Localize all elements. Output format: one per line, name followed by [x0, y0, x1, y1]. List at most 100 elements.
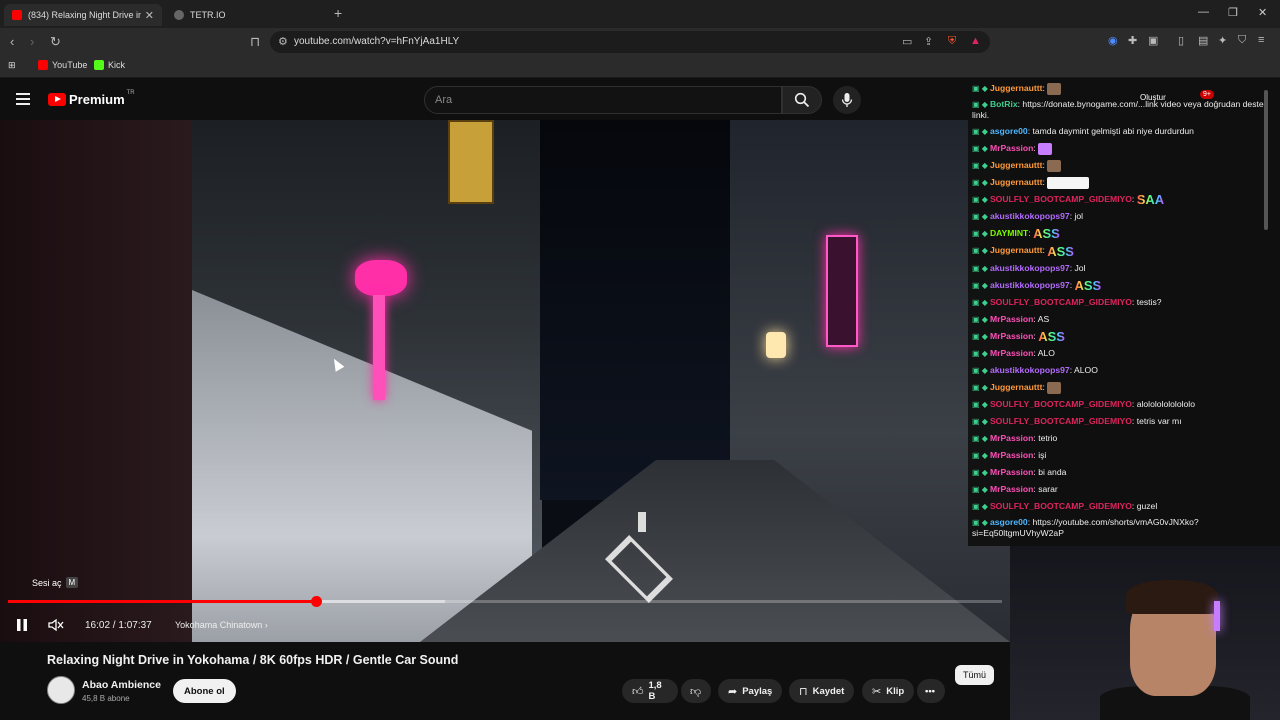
new-tab-button[interactable]: +	[334, 5, 342, 21]
pause-button[interactable]	[16, 618, 28, 635]
save-button[interactable]: ⊓ Kaydet	[789, 679, 855, 703]
search-button[interactable]	[782, 86, 822, 114]
chat-username[interactable]: MrPassion	[990, 331, 1033, 341]
subscribe-button[interactable]: Abone ol	[173, 679, 236, 703]
thumbs-up-icon: 👍︎	[632, 685, 644, 698]
chat-emote-image	[1047, 159, 1062, 172]
chat-username[interactable]: Juggernauttt	[990, 245, 1043, 255]
extension-icon[interactable]: ◉	[1108, 34, 1118, 47]
apps-grid-icon[interactable]: ⊞	[8, 60, 16, 71]
share-icon[interactable]: ⇪	[924, 35, 933, 48]
chat-username[interactable]: MrPassion	[990, 143, 1033, 153]
chat-username[interactable]: MrPassion	[990, 314, 1033, 324]
shield-icon[interactable]: ⛉	[1238, 34, 1246, 47]
site-info-icon[interactable]: ⚙	[278, 35, 288, 48]
save-label: Kaydet	[812, 685, 845, 697]
chat-username[interactable]: SOULFLY_BOOTCAMP_GIDEMIYO	[990, 416, 1132, 426]
chat-text: ALO	[1037, 348, 1055, 359]
chat-emote: SAA	[1136, 192, 1165, 208]
chat-username[interactable]: MrPassion	[990, 433, 1033, 443]
rewards-icon[interactable]: ▲	[970, 35, 981, 47]
leo-icon[interactable]: ✦	[1218, 34, 1227, 47]
vpn-icon[interactable]: ▤	[1198, 34, 1208, 47]
channel-avatar[interactable]	[47, 676, 75, 704]
like-button[interactable]: 👍︎ 1,8 B	[622, 679, 678, 703]
chat-scrollbar[interactable]	[1264, 90, 1268, 230]
maximize-button[interactable]: ❐	[1228, 6, 1238, 19]
chat-username[interactable]: SOULFLY_BOOTCAMP_GIDEMIYO	[990, 297, 1132, 307]
chat-username[interactable]: SOULFLY_BOOTCAMP_GIDEMIYO	[990, 399, 1132, 409]
forward-arrow-icon[interactable]: ›	[30, 34, 34, 49]
share-button[interactable]: ➦ Paylaş	[718, 679, 783, 703]
back-arrow-icon[interactable]: ‹	[10, 34, 14, 49]
reload-icon[interactable]: ↻	[50, 34, 61, 50]
tab-tetrio[interactable]: TETR.IO	[166, 4, 326, 26]
user-badges-icon: ▣ ◆	[972, 400, 988, 410]
chat-username[interactable]: akustikkokopops97	[990, 280, 1070, 290]
puzzle-icon[interactable]: ✚	[1128, 34, 1137, 47]
close-tab-icon[interactable]: ✕	[145, 9, 154, 22]
chat-username[interactable]: akustikkokopops97	[990, 211, 1070, 221]
more-actions-button[interactable]: •••	[917, 679, 945, 703]
tab-title: TETR.IO	[190, 10, 226, 20]
voice-search-button[interactable]	[833, 86, 861, 114]
search-input[interactable]	[435, 94, 765, 106]
menu-icon[interactable]: ≡	[1258, 34, 1264, 46]
user-badges-icon: ▣ ◆	[972, 178, 988, 187]
chapter-button[interactable]: Yokohama Chinatown ›	[175, 620, 268, 630]
wallet-icon[interactable]: ▣	[1148, 34, 1158, 47]
sidebar-icon[interactable]: ▯	[1178, 34, 1184, 47]
user-badges-icon: ▣ ◆	[972, 280, 988, 290]
clip-button[interactable]: ✂ Klip	[862, 679, 915, 703]
chat-message: ▣ ◆ MrPassion: işi	[968, 447, 1270, 464]
tooltip-text: Sesi aç	[32, 577, 62, 588]
search-icon	[794, 92, 810, 108]
chat-username[interactable]: Juggernauttt	[990, 83, 1043, 93]
notification-badge[interactable]: 9+	[1200, 90, 1214, 99]
chat-message: ▣ ◆ Juggernauttt: ASS	[968, 242, 1270, 259]
video-player[interactable]: Sesi aç M 16:02 / 1:07:37 Yokohama China…	[0, 120, 1010, 642]
chat-username[interactable]: asgore00	[990, 517, 1028, 527]
chat-username[interactable]: MrPassion	[990, 467, 1033, 477]
bookmark-label: Kick	[108, 60, 126, 70]
chat-username[interactable]: akustikkokopops97	[990, 365, 1070, 375]
chat-username[interactable]: akustikkokopops97	[990, 263, 1070, 273]
user-badges-icon: ▣ ◆	[972, 84, 988, 93]
chat-message: ▣ ◆ BotRix: https://donate.bynogame.com/.…	[968, 97, 1270, 123]
channel-name[interactable]: Abao Ambience	[82, 679, 161, 691]
progress-bar[interactable]	[8, 596, 1002, 607]
create-button[interactable]: Oluştur	[1140, 93, 1166, 102]
chat-username[interactable]: SOULFLY_BOOTCAMP_GIDEMIYO	[990, 501, 1132, 511]
youtube-premium-logo[interactable]: Premium TR	[48, 90, 135, 107]
chat-username[interactable]: BotRix	[990, 99, 1018, 109]
dislike-button[interactable]: 👎︎	[681, 679, 711, 703]
bookmark-kick[interactable]: Kick	[94, 60, 125, 70]
brave-shield-icon[interactable]: ⛨	[948, 35, 956, 48]
chat-message: ▣ ◆ SOULFLY_BOOTCAMP_GIDEMIYO: tetris var…	[968, 413, 1270, 430]
chat-username[interactable]: MrPassion	[990, 450, 1033, 460]
chat-username[interactable]: MrPassion	[990, 348, 1033, 358]
hamburger-menu-icon[interactable]	[16, 93, 30, 105]
bookmark-youtube[interactable]: YouTube	[38, 60, 87, 70]
chat-username[interactable]: Juggernauttt	[990, 382, 1043, 392]
chat-username[interactable]: Juggernauttt	[990, 177, 1043, 187]
minimize-button[interactable]: —	[1198, 6, 1209, 18]
tab-youtube[interactable]: (834) Relaxing Night Drive in Yok ✕	[4, 4, 162, 26]
cast-icon[interactable]: ▭	[902, 35, 912, 48]
chat-message-list: ▣ ◆ Juggernauttt: ▣ ◆ BotRix: https://dona…	[968, 80, 1270, 541]
chat-username[interactable]: MrPassion	[990, 484, 1033, 494]
filter-chip-all[interactable]: Tümü	[955, 665, 995, 685]
close-window-button[interactable]: ✕	[1258, 6, 1267, 19]
chat-username[interactable]: Juggernauttt	[990, 160, 1043, 170]
chat-message: ▣ ◆ MrPassion: tetrio	[968, 430, 1270, 447]
mute-button[interactable]	[48, 618, 64, 635]
address-bar[interactable]: ⚙ youtube.com/watch?v=hFnYjAa1HLY ▭ ⇪ ⛨ …	[270, 31, 990, 53]
like-count: 1,8 B	[648, 680, 662, 702]
chat-username[interactable]: DAYMINT	[990, 228, 1028, 238]
video-frame-gold-sign	[448, 120, 494, 204]
more-dots-icon: •••	[925, 685, 935, 697]
chat-username[interactable]: asgore00	[990, 126, 1028, 136]
search-box[interactable]	[424, 86, 782, 114]
chat-username[interactable]: SOULFLY_BOOTCAMP_GIDEMIYO	[990, 194, 1132, 204]
bookmark-icon[interactable]: ⊓	[250, 34, 260, 50]
